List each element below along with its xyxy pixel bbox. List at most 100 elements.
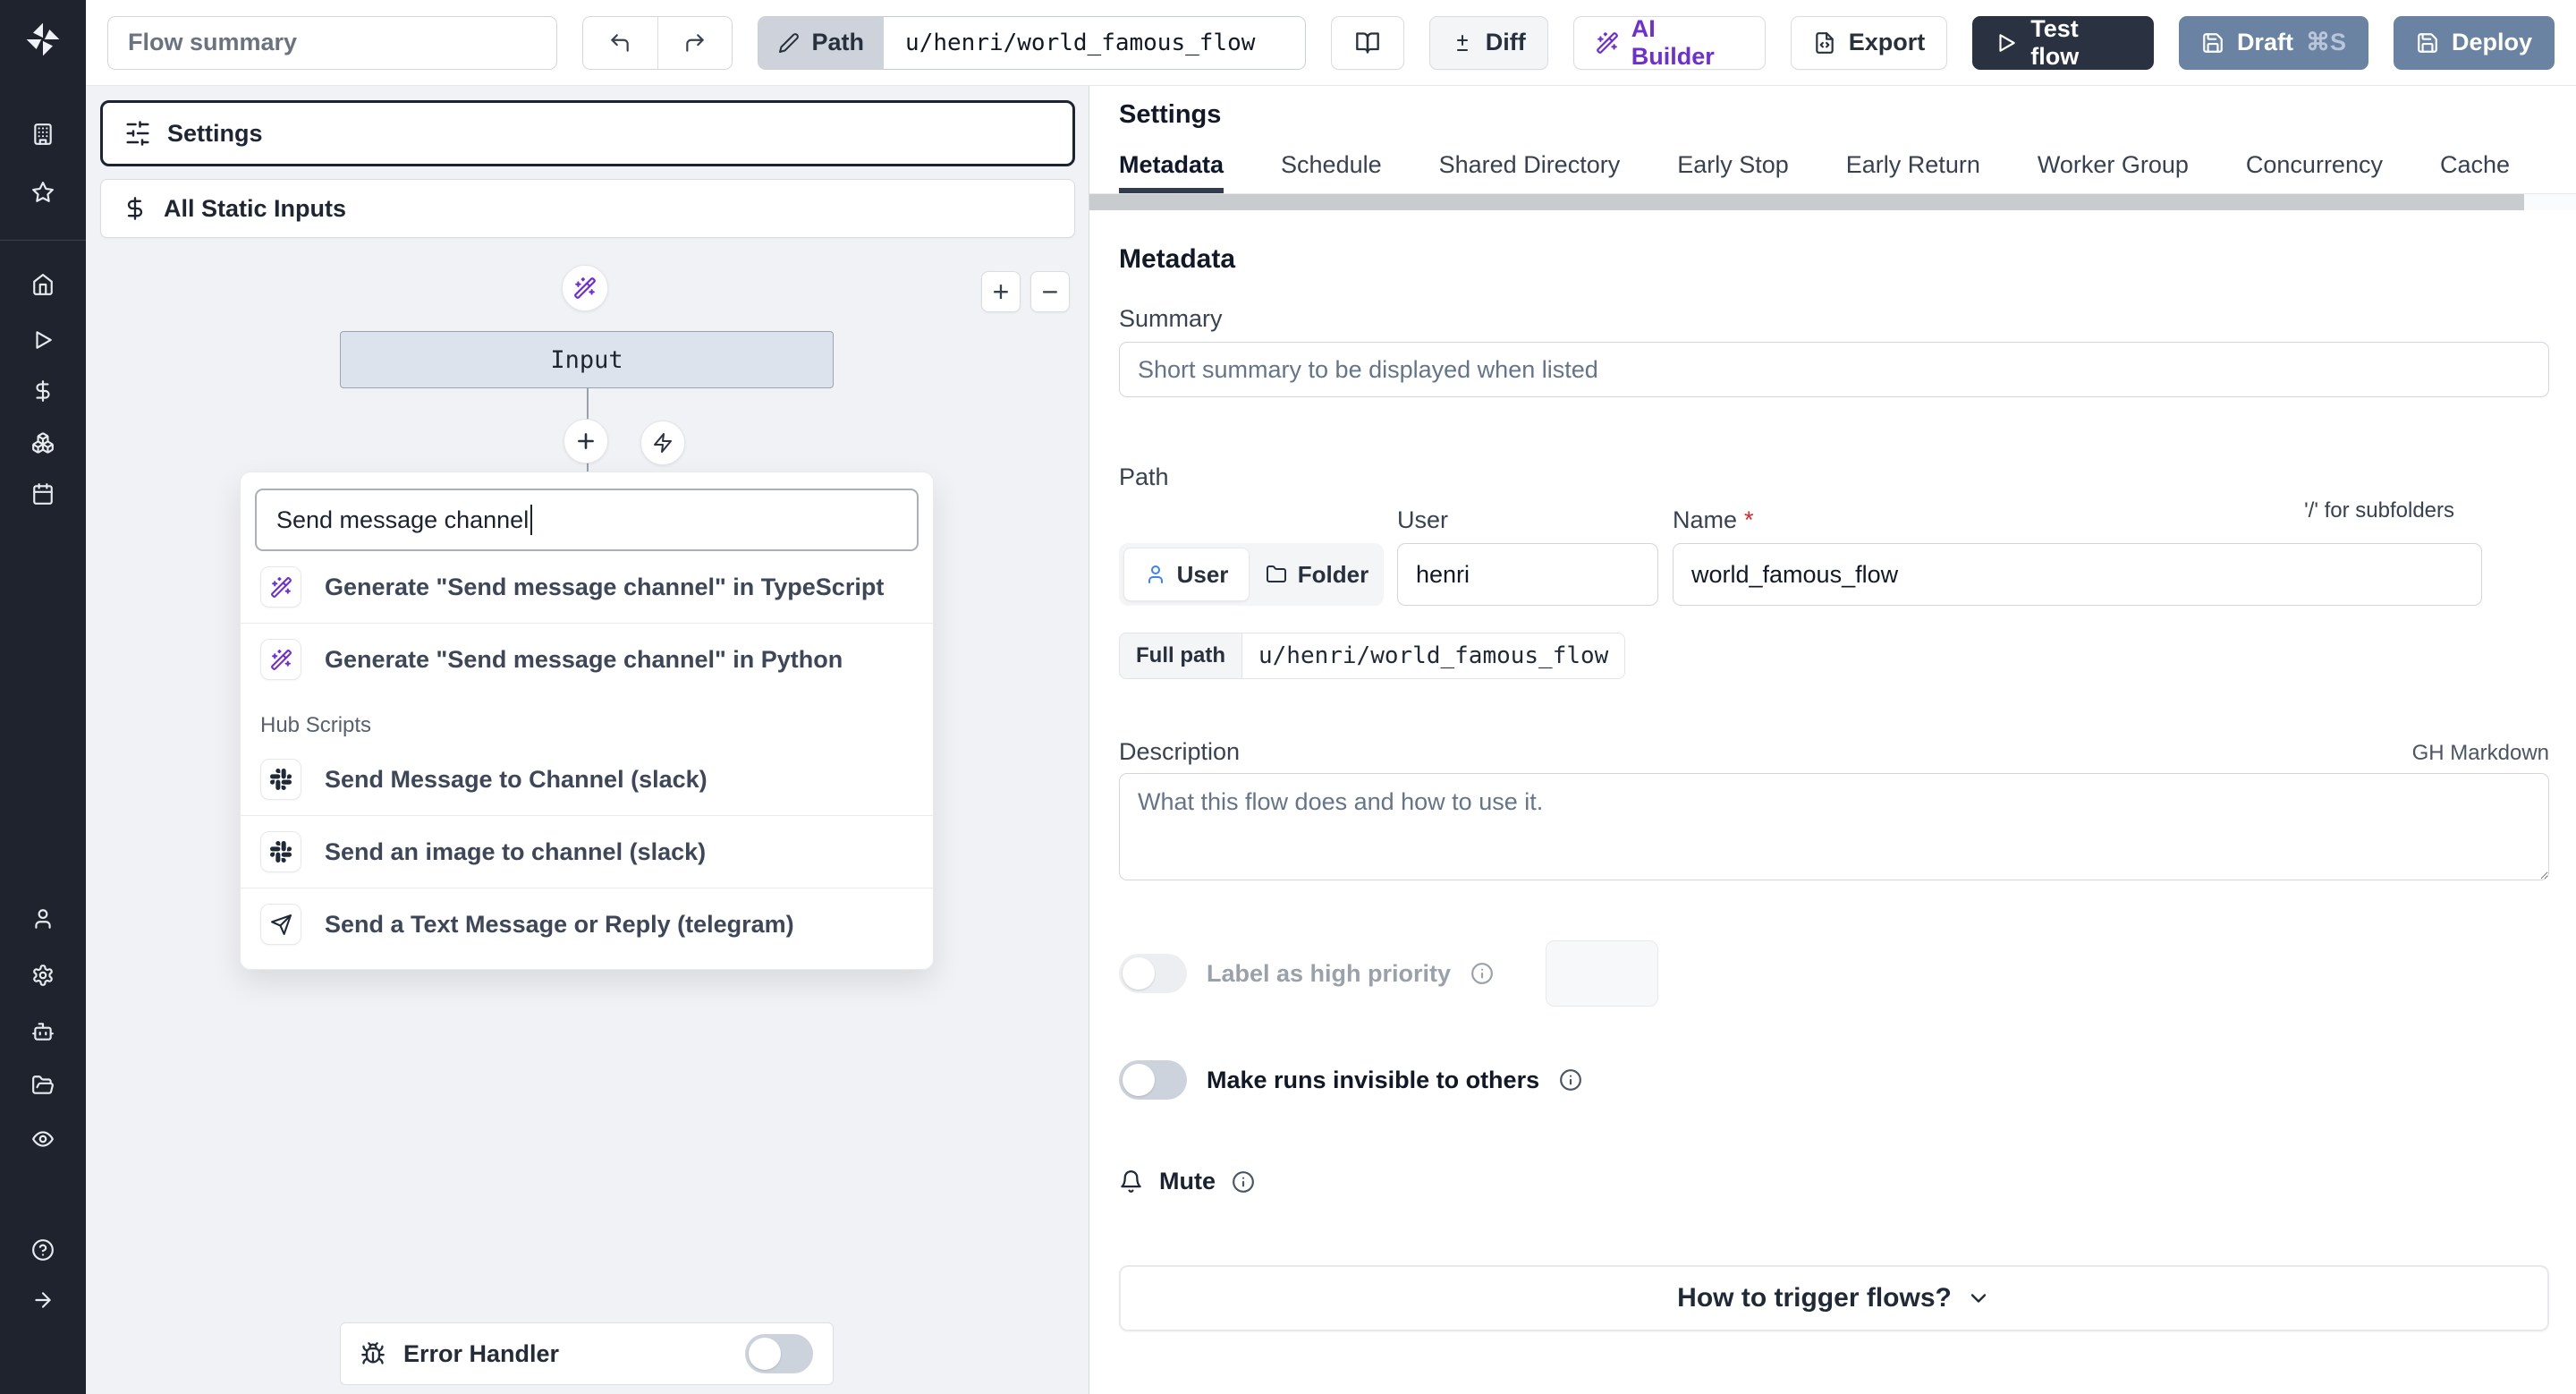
redo-button[interactable]	[657, 16, 732, 69]
owner-folder-option[interactable]: Folder	[1255, 548, 1379, 601]
user-input[interactable]	[1397, 543, 1658, 606]
deploy-button[interactable]: Deploy	[2393, 15, 2555, 70]
flow-settings-node[interactable]: Settings	[100, 100, 1075, 166]
step-search-input[interactable]: Send message channel	[255, 489, 919, 551]
path-grid: User Name * '/' for subfolders User Folde…	[1119, 498, 2549, 606]
tab-metadata[interactable]: Metadata	[1119, 151, 1224, 193]
pencil-icon	[778, 32, 799, 53]
tab-early-stop[interactable]: Early Stop	[1677, 151, 1789, 193]
flow-summary-input[interactable]: Flow summary	[107, 15, 558, 70]
favorites-star-icon[interactable]	[31, 181, 55, 204]
home-icon[interactable]	[31, 273, 55, 296]
workers-bot-icon[interactable]	[31, 1020, 55, 1043]
save-icon	[2418, 32, 2437, 53]
suggestion-generate-python[interactable]: Generate "Send message channel" in Pytho…	[241, 624, 933, 695]
runs-play-icon[interactable]	[31, 328, 55, 352]
schedules-calendar-icon[interactable]	[31, 482, 55, 506]
how-to-trigger-button[interactable]: How to trigger flows?	[1119, 1265, 2549, 1331]
history-buttons	[582, 15, 733, 70]
path-section-label: Path	[1119, 463, 1169, 490]
audit-eye-icon[interactable]	[31, 1127, 55, 1151]
full-path-label: Full path	[1119, 633, 1242, 679]
docs-button[interactable]	[1330, 15, 1404, 70]
diff-button[interactable]: Diff	[1428, 15, 1548, 70]
ai-wand-button[interactable]	[562, 265, 608, 311]
user-field-label: User	[1397, 506, 1449, 533]
user-icon	[1148, 565, 1163, 583]
hub-item-slack-image[interactable]: Send an image to channel (slack)	[241, 816, 933, 888]
zoom-out-button[interactable]: −	[1030, 271, 1070, 312]
wand-sparkles-icon	[1596, 31, 1618, 54]
settings-gear-icon[interactable]	[31, 964, 55, 987]
sliders-icon	[126, 121, 149, 146]
variables-dollar-icon[interactable]	[31, 379, 55, 403]
scrollbar-thumb[interactable]	[1089, 194, 2524, 210]
required-asterisk: *	[1744, 506, 1754, 533]
save-icon	[2203, 32, 2223, 53]
ai-builder-button[interactable]: AI Builder	[1572, 15, 1766, 70]
summary-input[interactable]	[1119, 342, 2549, 397]
tab-schedule[interactable]: Schedule	[1281, 151, 1382, 193]
hub-item-telegram-message[interactable]: Send a Text Message or Reply (telegram)	[241, 888, 933, 960]
invisible-toggle[interactable]	[1119, 1060, 1187, 1100]
suggestion-generate-typescript[interactable]: Generate "Send message channel" in TypeS…	[241, 551, 933, 623]
name-input[interactable]	[1673, 543, 2482, 606]
play-icon	[1999, 33, 2015, 52]
export-button[interactable]: Export	[1790, 15, 1948, 70]
input-node[interactable]: Input	[340, 331, 834, 388]
wand-sparkles-icon	[574, 277, 596, 299]
tab-concurrency[interactable]: Concurrency	[2246, 151, 2383, 193]
mute-label: Mute	[1159, 1168, 1216, 1194]
add-step-button[interactable]	[564, 419, 608, 463]
static-inputs-node[interactable]: All Static Inputs	[100, 179, 1075, 238]
bolt-icon	[654, 433, 672, 453]
info-icon[interactable]	[1559, 1068, 1582, 1092]
tab-worker-group[interactable]: Worker Group	[2038, 151, 2189, 193]
users-icon[interactable]	[31, 907, 55, 931]
add-trigger-button[interactable]	[640, 421, 685, 465]
draft-button[interactable]: Draft ⌘S	[2178, 15, 2368, 70]
path-chip: Path	[758, 16, 885, 69]
resources-boxes-icon[interactable]	[31, 431, 55, 455]
help-icon[interactable]	[31, 1238, 55, 1262]
name-field-label: Name	[1673, 506, 1738, 533]
text-caret	[530, 505, 533, 535]
windmill-logo-icon[interactable]	[23, 20, 63, 59]
workspace-icon[interactable]	[31, 123, 55, 146]
undo-button[interactable]	[583, 16, 657, 69]
folder-icon	[1266, 565, 1286, 582]
sidebar-divider	[0, 240, 86, 241]
description-textarea[interactable]	[1119, 773, 2549, 880]
settings-tabs: Metadata Schedule Shared Directory Early…	[1119, 151, 2576, 193]
wand-sparkles-icon	[260, 566, 301, 608]
tab-shared-directory[interactable]: Shared Directory	[1439, 151, 1621, 193]
info-icon[interactable]	[1232, 1170, 1255, 1194]
full-path-value: u/henri/world_famous_flow	[1241, 633, 1626, 679]
tab-early-return[interactable]: Early Return	[1846, 151, 1980, 193]
folders-icon[interactable]	[31, 1074, 55, 1097]
zoom-in-button[interactable]: +	[981, 271, 1021, 312]
invisible-row: Make runs invisible to others	[1119, 1060, 2549, 1100]
hub-item-slack-message[interactable]: Send Message to Channel (slack)	[241, 744, 933, 815]
expand-arrow-icon[interactable]	[31, 1288, 55, 1312]
panel-title: Settings	[1119, 100, 1222, 129]
tab-cache[interactable]: Cache	[2440, 151, 2510, 193]
error-handler-toggle[interactable]	[745, 1334, 813, 1373]
path-edit-button[interactable]: Path u/henri/world_famous_flow	[757, 15, 1306, 70]
telegram-send-icon	[260, 904, 301, 945]
flow-editor-app: Flow summary Path u/henri/world_famous_f…	[0, 0, 2576, 1394]
sidebar	[0, 0, 86, 1394]
plus-icon	[578, 433, 594, 449]
owner-user-option[interactable]: User	[1123, 548, 1250, 601]
summary-label: Summary	[1119, 305, 1223, 332]
error-handler-node[interactable]: Error Handler	[340, 1322, 834, 1385]
mute-row: Mute	[1119, 1168, 2549, 1195]
priority-label: Label as high priority	[1207, 959, 1452, 987]
test-flow-button[interactable]: Test flow	[1972, 15, 2154, 70]
owner-kind-toggle: User Folder	[1119, 543, 1384, 606]
diff-icon	[1456, 34, 1468, 51]
priority-toggle[interactable]	[1119, 954, 1187, 993]
tabs-scrollbar	[1089, 194, 2576, 210]
invisible-label: Make runs invisible to others	[1207, 1066, 1540, 1093]
info-icon[interactable]	[1470, 962, 1494, 985]
